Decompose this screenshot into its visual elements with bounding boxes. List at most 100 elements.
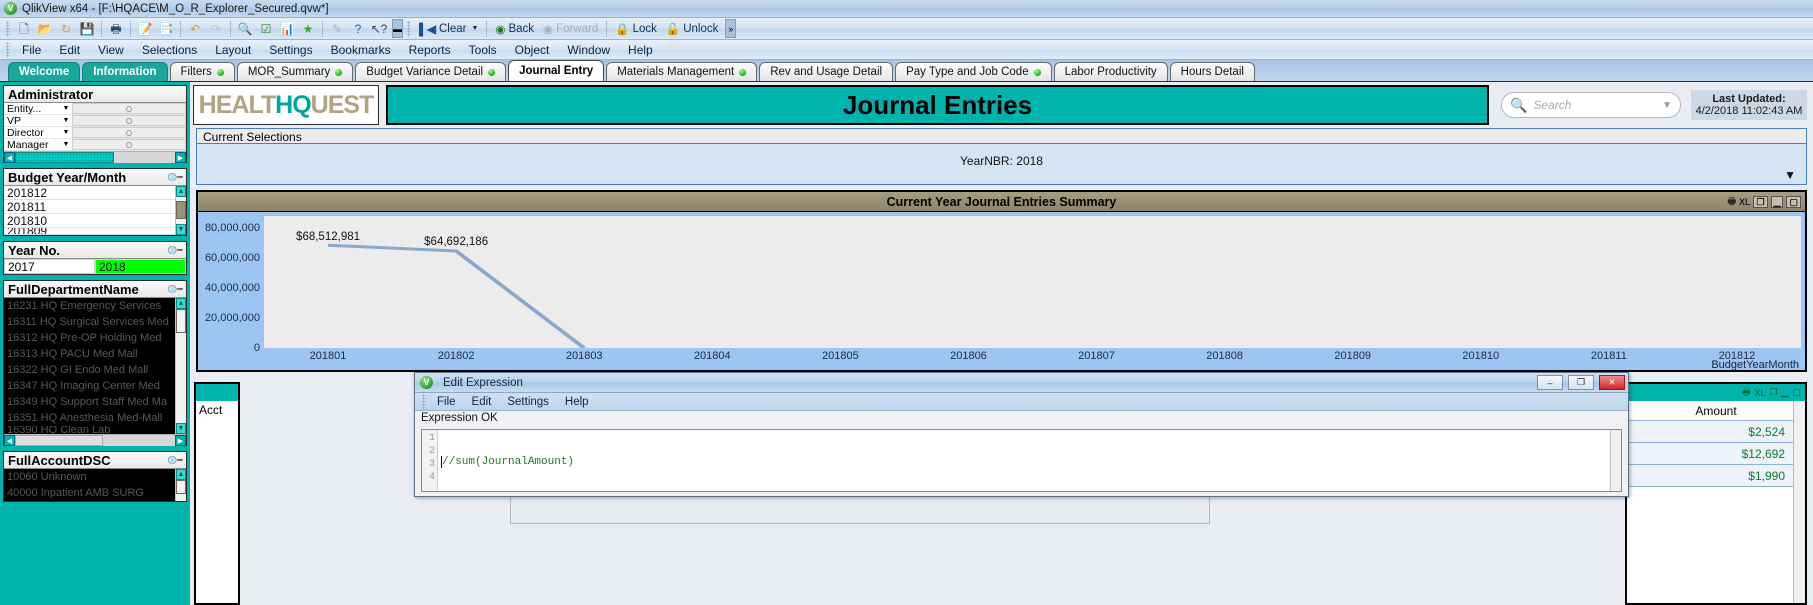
clear-button[interactable]: ▌◀ Clear ▼ bbox=[415, 19, 482, 38]
maximize-icon[interactable]: ▢ bbox=[1786, 196, 1801, 208]
list-item[interactable]: 40000 Inpatient AMB SURG bbox=[4, 485, 175, 501]
help-icon[interactable]: ? bbox=[348, 19, 368, 38]
table-row[interactable]: $2,524 bbox=[1627, 421, 1805, 443]
tab-welcome[interactable]: Welcome bbox=[8, 62, 81, 81]
scroll-track[interactable] bbox=[176, 480, 186, 501]
back-button[interactable]: ◉ Back bbox=[491, 19, 538, 38]
scroll-track[interactable] bbox=[176, 197, 186, 224]
menu-item-file[interactable]: File bbox=[13, 40, 50, 60]
expression-code[interactable]: //sum(JournalAmount) =Sum({<YearNBR={$(=… bbox=[438, 430, 1621, 491]
tab-journal-entry[interactable]: Journal Entry bbox=[508, 60, 605, 81]
minimize-button[interactable]: – bbox=[1537, 375, 1563, 390]
scroll-right-icon[interactable]: ▶ bbox=[175, 434, 186, 446]
search-input[interactable]: 🔍 Search ▼ bbox=[1501, 92, 1681, 118]
new-document-icon[interactable]: 🗋 bbox=[14, 19, 34, 38]
toolbar-overflow-button[interactable]: » bbox=[725, 19, 737, 38]
toolbar-collapse-button[interactable]: ▬ bbox=[392, 19, 403, 38]
tab-materials-management[interactable]: Materials Management bbox=[606, 62, 758, 81]
list-item[interactable]: 16390 HQ Clean Lab bbox=[4, 426, 175, 434]
search-icon[interactable]: 🔍 bbox=[166, 241, 184, 259]
full-department-name-horizontal-scrollbar[interactable]: ◀ ▶ bbox=[4, 434, 186, 446]
export-xl-icon[interactable]: XL bbox=[1754, 388, 1765, 398]
admin-row-entity[interactable]: Entity... ▼ bbox=[4, 103, 186, 115]
chevron-down-icon[interactable]: ▼ bbox=[60, 105, 72, 112]
scroll-track[interactable] bbox=[15, 434, 175, 446]
list-item[interactable]: 201811 bbox=[4, 200, 175, 214]
menu-item-tools[interactable]: Tools bbox=[460, 40, 506, 60]
admin-row-manager[interactable]: Manager ▼ bbox=[4, 139, 186, 151]
reload-icon[interactable]: ↻ bbox=[56, 19, 76, 38]
scroll-down-icon[interactable]: ▼ bbox=[176, 224, 186, 235]
list-item[interactable]: 16311 HQ Surgical Services Med bbox=[4, 314, 175, 330]
amount-table-scrollbar[interactable] bbox=[1793, 401, 1805, 603]
chevron-down-icon[interactable]: ▼ bbox=[60, 129, 72, 136]
tab-budget-variance-detail[interactable]: Budget Variance Detail bbox=[355, 62, 507, 81]
budget-year-month-scrollbar[interactable]: ▲ ▼ bbox=[175, 186, 186, 235]
search-icon[interactable]: 🔍 bbox=[166, 280, 184, 298]
editor-scrollbar[interactable] bbox=[1610, 430, 1621, 491]
chevron-down-icon[interactable]: ▼ bbox=[471, 25, 478, 32]
undo-icon[interactable]: ↶ bbox=[185, 19, 205, 38]
scroll-thumb[interactable] bbox=[176, 309, 186, 333]
scroll-thumb[interactable] bbox=[15, 151, 115, 163]
close-button[interactable]: ✕ bbox=[1599, 375, 1625, 390]
redo-icon[interactable]: ↷ bbox=[206, 19, 226, 38]
scroll-thumb[interactable] bbox=[15, 434, 103, 446]
minimize-icon[interactable]: ▁ bbox=[1782, 387, 1789, 398]
list-item[interactable]: 16347 HQ Imaging Center Med bbox=[4, 378, 175, 394]
edit-script-icon[interactable]: 📝 bbox=[135, 19, 155, 38]
tab-mor-summary[interactable]: MOR_Summary bbox=[236, 62, 354, 81]
scroll-down-icon[interactable]: ▼ bbox=[176, 423, 186, 434]
restore-icon[interactable]: ❐ bbox=[1769, 387, 1777, 398]
admin-row-field[interactable] bbox=[72, 127, 186, 138]
chevron-down-icon[interactable]: ▼ bbox=[1784, 168, 1796, 182]
menu-item-window[interactable]: Window bbox=[558, 40, 619, 60]
print-icon[interactable]: 🖶 bbox=[1742, 385, 1751, 401]
chart-plot-area[interactable]: $68,512,981 $64,692,186 bbox=[264, 216, 1801, 349]
list-item[interactable]: 10060 Unknown bbox=[4, 469, 175, 485]
edit-icon[interactable]: ✎ bbox=[327, 19, 347, 38]
scroll-up-icon[interactable]: ▲ bbox=[176, 186, 186, 197]
list-item[interactable]: 201812 bbox=[4, 186, 175, 200]
menu-item-help[interactable]: Help bbox=[619, 40, 662, 60]
tab-hours-detail[interactable]: Hours Detail bbox=[1169, 62, 1255, 81]
table-row[interactable]: $12,692 bbox=[1627, 443, 1805, 465]
dialog-menu-grip[interactable] bbox=[422, 393, 426, 410]
list-item[interactable]: 16312 HQ Pre-OP Holding Med bbox=[4, 330, 175, 346]
current-selection-value[interactable]: YearNBR: 2018 bbox=[197, 154, 1806, 168]
tab-filters[interactable]: Filters bbox=[169, 62, 235, 81]
full-department-name-scrollbar[interactable]: ▲ ▼ bbox=[175, 298, 186, 434]
tab-information[interactable]: Information bbox=[82, 62, 168, 81]
list-item[interactable]: 201810 bbox=[4, 214, 175, 228]
scroll-track[interactable] bbox=[176, 309, 186, 423]
full-account-dsc-scrollbar[interactable]: ▲ bbox=[175, 469, 186, 501]
tab-pay-type-and-job-code[interactable]: Pay Type and Job Code bbox=[895, 62, 1052, 81]
save-icon[interactable]: 💾 bbox=[77, 19, 97, 38]
scroll-track[interactable] bbox=[15, 151, 175, 163]
menu-item-edit[interactable]: Edit bbox=[50, 40, 89, 60]
search-icon[interactable]: 🔍 bbox=[166, 451, 184, 469]
scroll-up-icon[interactable]: ▲ bbox=[176, 469, 186, 480]
menubar-grip[interactable] bbox=[6, 41, 10, 58]
chart-icon[interactable]: 📊 bbox=[277, 19, 297, 38]
menu-item-view[interactable]: View bbox=[89, 40, 133, 60]
menu-item-object[interactable]: Object bbox=[506, 40, 559, 60]
menu-item-settings[interactable]: Settings bbox=[260, 40, 321, 60]
admin-row-field[interactable] bbox=[72, 115, 186, 126]
export-xl-icon[interactable]: XL bbox=[1739, 197, 1751, 207]
restore-button[interactable]: ❐ bbox=[1568, 375, 1594, 390]
admin-row-vp[interactable]: VP ▼ bbox=[4, 115, 186, 127]
table-row[interactable]: $1,990 bbox=[1627, 465, 1805, 487]
maximize-icon[interactable]: ▢ bbox=[1792, 387, 1801, 398]
context-help-icon[interactable]: ↖? bbox=[369, 19, 389, 38]
scroll-right-icon[interactable]: ▶ bbox=[175, 151, 186, 163]
menu-item-bookmarks[interactable]: Bookmarks bbox=[322, 40, 400, 60]
scroll-thumb[interactable] bbox=[176, 201, 186, 219]
list-item[interactable]: 16313 HQ PACU Med Mall bbox=[4, 346, 175, 362]
menu-item-layout[interactable]: Layout bbox=[206, 40, 260, 60]
list-item[interactable]: 16351 HQ Anesthesia Med-Mall bbox=[4, 410, 175, 426]
search-icon[interactable]: 🔍 bbox=[166, 168, 184, 186]
scroll-up-icon[interactable]: ▲ bbox=[176, 298, 186, 309]
unlock-button[interactable]: 🔓 Unlock bbox=[662, 19, 722, 38]
dialog-menu-file[interactable]: File bbox=[429, 396, 464, 408]
